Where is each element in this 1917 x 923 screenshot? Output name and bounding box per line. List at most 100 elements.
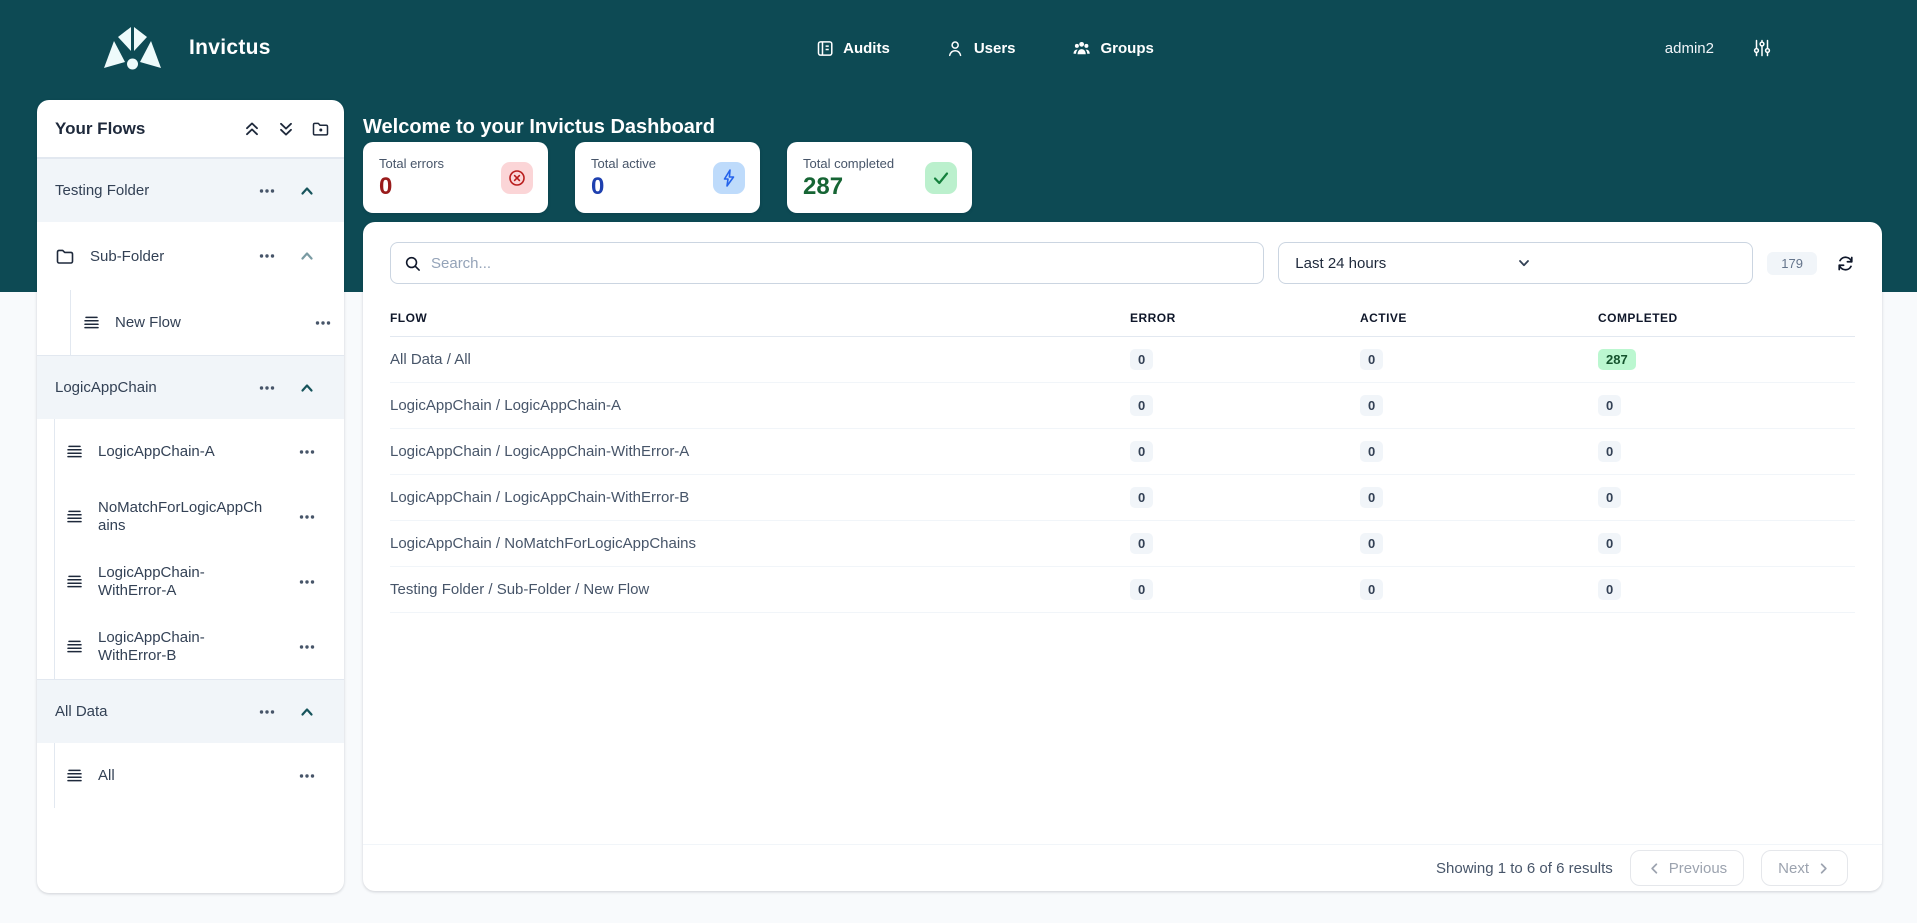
folder-label: Sub-Folder xyxy=(90,248,258,265)
column-header-active: ACTIVE xyxy=(1360,311,1598,325)
sidebar-section-all-data[interactable]: All Data xyxy=(37,679,344,743)
folder-collapse-button[interactable] xyxy=(298,247,316,265)
top-right: admin2 xyxy=(1665,38,1772,58)
invictus-logo-icon xyxy=(100,24,165,72)
collapse-all-button[interactable] xyxy=(243,120,261,138)
flow-menu-button[interactable] xyxy=(298,638,316,656)
lightning-icon xyxy=(713,162,745,194)
flows-sidebar: Your Flows xyxy=(37,100,344,893)
table-row[interactable]: Testing Folder / Sub-Folder / New Flow 0… xyxy=(390,567,1855,613)
flow-label: All xyxy=(98,767,270,785)
folder-plus-icon xyxy=(311,120,330,138)
section-collapse-button[interactable] xyxy=(298,379,316,397)
table-row[interactable]: LogicAppChain / LogicAppChain-WithError-… xyxy=(390,475,1855,521)
nav-users[interactable]: Users xyxy=(946,39,1016,58)
brand-name: Invictus xyxy=(189,36,271,60)
section-menu-button[interactable] xyxy=(258,703,276,721)
sidebar-flow-nomatchforlogicappchains[interactable]: NoMatchForLogicAppChains xyxy=(55,484,344,549)
result-count-badge: 179 xyxy=(1767,252,1817,275)
ellipsis-icon xyxy=(258,379,276,397)
chevron-right-icon xyxy=(1816,861,1831,876)
flow-icon xyxy=(66,443,83,460)
active-badge: 0 xyxy=(1360,533,1383,554)
audits-icon xyxy=(815,39,834,58)
circle-x-icon xyxy=(501,162,533,194)
ellipsis-icon xyxy=(298,508,316,526)
flow-menu-button[interactable] xyxy=(298,573,316,591)
new-folder-button[interactable] xyxy=(311,120,330,138)
all-data-flow-list: All xyxy=(54,743,344,808)
ellipsis-icon xyxy=(298,638,316,656)
chevron-down-icon xyxy=(1516,255,1737,271)
flows-panel: Last 24 hours 179 FLOW ERROR ACT xyxy=(363,222,1882,891)
flow-name: All Data / All xyxy=(390,351,1130,368)
table-row[interactable]: LogicAppChain / LogicAppChain-A 0 0 0 xyxy=(390,383,1855,429)
section-collapse-button[interactable] xyxy=(298,703,316,721)
folder-icon xyxy=(55,247,75,266)
logicappchain-flow-list: LogicAppChain-A NoMatchForLogicAppChains xyxy=(54,419,344,679)
section-label: LogicAppChain xyxy=(55,379,258,396)
ellipsis-icon xyxy=(258,703,276,721)
main-nav: Audits Users Gro xyxy=(815,39,1154,58)
stats-row: Total errors 0 Total active 0 Total comp… xyxy=(363,142,1882,213)
sidebar-flow-logicappchain-witherror-a[interactable]: LogicAppChain-WithError-A xyxy=(55,549,344,614)
active-badge: 0 xyxy=(1360,579,1383,600)
sidebar-folder-sub-folder[interactable]: Sub-Folder xyxy=(37,222,344,290)
table-row[interactable]: LogicAppChain / LogicAppChain-WithError-… xyxy=(390,429,1855,475)
settings-sliders-button[interactable] xyxy=(1752,38,1772,58)
page-title: Welcome to your Invictus Dashboard xyxy=(363,104,1882,138)
sidebar-section-testing-folder[interactable]: Testing Folder xyxy=(37,158,344,222)
active-badge: 0 xyxy=(1360,395,1383,416)
sidebar-flow-logicappchain-witherror-b[interactable]: LogicAppChain-WithError-B xyxy=(55,614,344,679)
chevron-up-icon xyxy=(298,379,316,397)
table-row[interactable]: All Data / All 0 0 287 xyxy=(390,337,1855,383)
stat-card-total-active: Total active 0 xyxy=(575,142,760,213)
previous-label: Previous xyxy=(1669,860,1727,877)
groups-icon xyxy=(1072,39,1092,58)
chevron-up-icon xyxy=(298,182,316,200)
section-menu-button[interactable] xyxy=(258,379,276,397)
previous-page-button[interactable]: Previous xyxy=(1630,850,1744,886)
sidebar-title: Your Flows xyxy=(55,119,243,139)
column-header-flow: FLOW xyxy=(390,311,1130,325)
nav-audits[interactable]: Audits xyxy=(815,39,890,58)
stat-card-total-errors: Total errors 0 xyxy=(363,142,548,213)
expand-all-button[interactable] xyxy=(277,120,295,138)
search-input[interactable] xyxy=(431,255,1250,272)
brand: Invictus xyxy=(100,24,271,72)
table-header: FLOW ERROR ACTIVE COMPLETED xyxy=(390,300,1855,337)
chevrons-up-icon xyxy=(243,120,261,138)
refresh-button[interactable] xyxy=(1836,254,1855,273)
column-header-error: ERROR xyxy=(1130,311,1360,325)
time-range-select[interactable]: Last 24 hours xyxy=(1278,242,1753,284)
ellipsis-icon xyxy=(314,314,332,332)
folder-menu-button[interactable] xyxy=(258,247,276,265)
flow-label: LogicAppChain-WithError-A xyxy=(98,564,270,599)
stat-card-total-completed: Total completed 287 xyxy=(787,142,972,213)
flow-menu-button[interactable] xyxy=(298,508,316,526)
user-menu[interactable]: admin2 xyxy=(1665,40,1714,57)
flow-menu-button[interactable] xyxy=(298,767,316,785)
sidebar-flow-new-flow[interactable]: New Flow xyxy=(71,290,344,355)
pagination-summary: Showing 1 to 6 of 6 results xyxy=(1436,860,1613,877)
search-icon xyxy=(404,255,421,272)
sidebar-flow-logicappchain-a[interactable]: LogicAppChain-A xyxy=(55,419,344,484)
table-row[interactable]: LogicAppChain / NoMatchForLogicAppChains… xyxy=(390,521,1855,567)
completed-badge: 0 xyxy=(1598,487,1621,508)
section-label: Testing Folder xyxy=(55,182,258,199)
chevron-left-icon xyxy=(1647,861,1662,876)
sidebar-section-logicappchain[interactable]: LogicAppChain xyxy=(37,355,344,419)
section-collapse-button[interactable] xyxy=(298,182,316,200)
nav-groups-label: Groups xyxy=(1101,40,1154,57)
flow-name: Testing Folder / Sub-Folder / New Flow xyxy=(390,581,1130,598)
sidebar-flow-all[interactable]: All xyxy=(55,743,344,808)
nav-groups[interactable]: Groups xyxy=(1072,39,1154,58)
flow-menu-button[interactable] xyxy=(298,443,316,461)
chevrons-down-icon xyxy=(277,120,295,138)
next-page-button[interactable]: Next xyxy=(1761,850,1848,886)
next-label: Next xyxy=(1778,860,1809,877)
section-menu-button[interactable] xyxy=(258,182,276,200)
flow-menu-button[interactable] xyxy=(314,314,332,332)
error-badge: 0 xyxy=(1130,579,1153,600)
flow-icon xyxy=(83,314,100,331)
